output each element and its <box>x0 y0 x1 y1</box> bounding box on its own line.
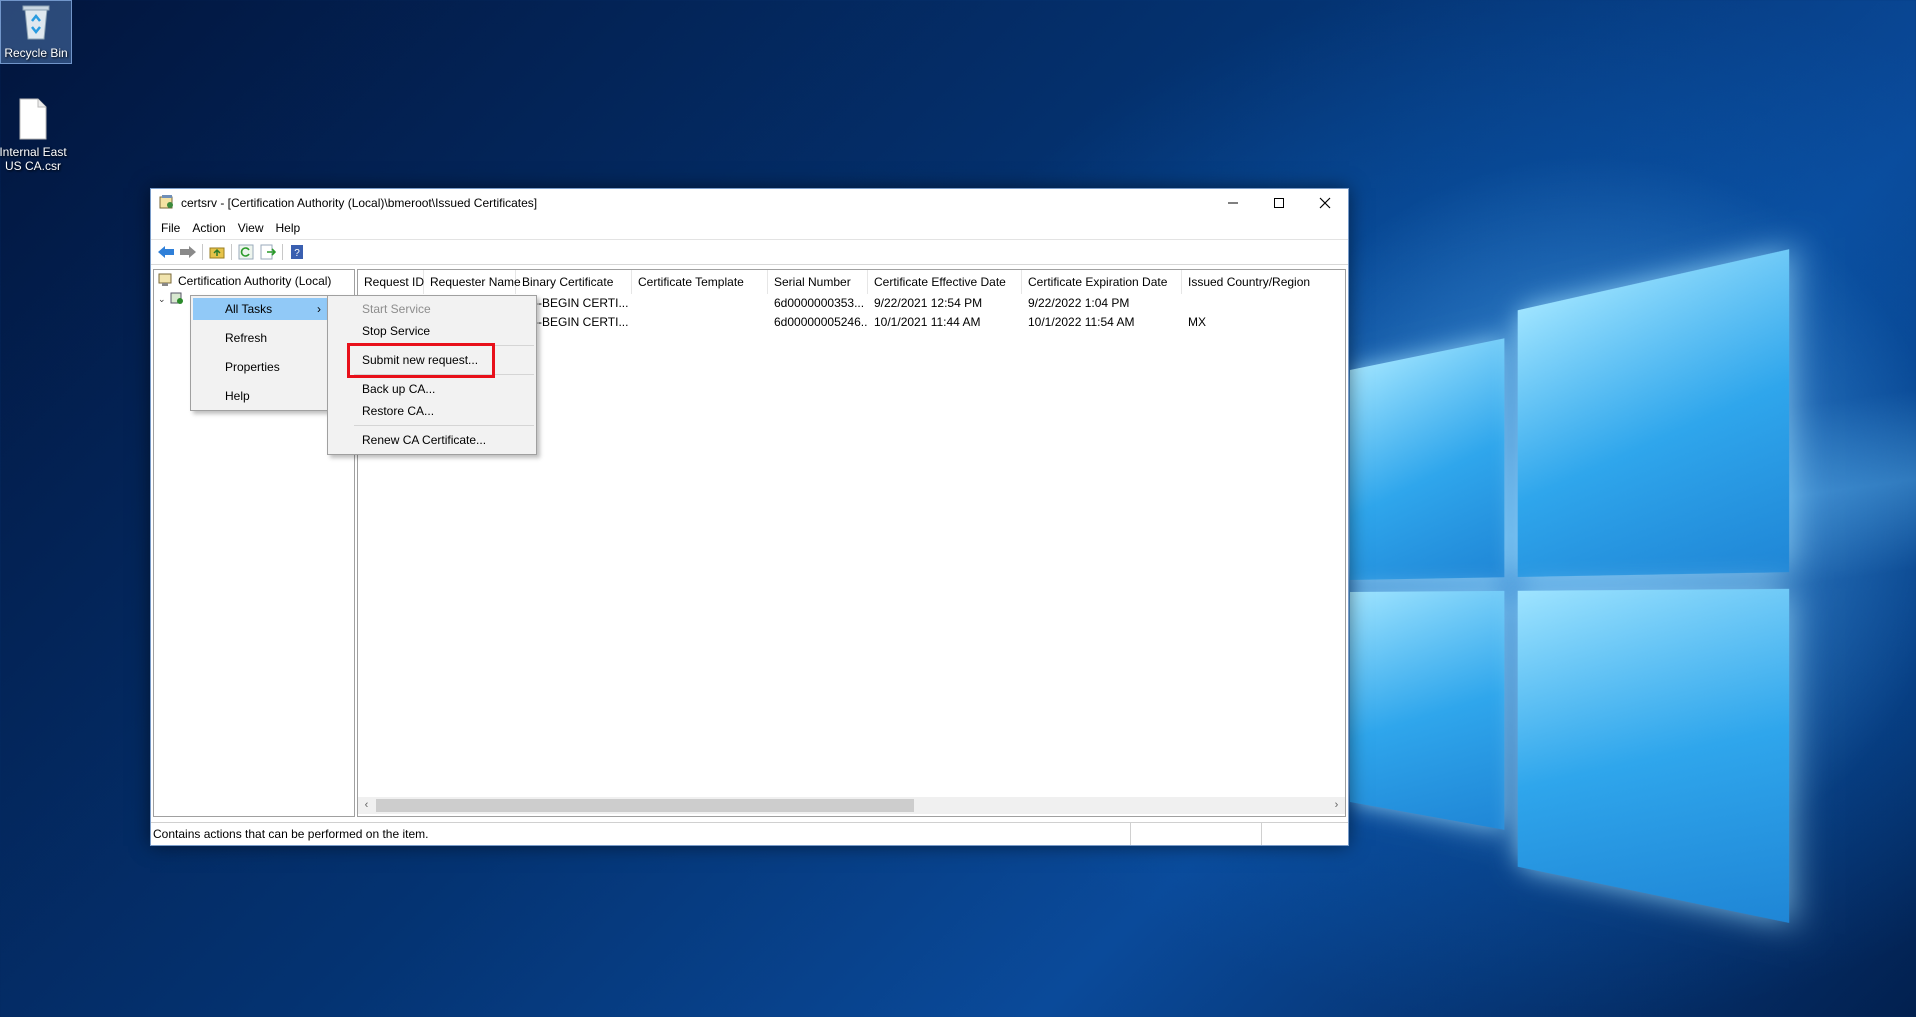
back-button[interactable] <box>155 242 177 262</box>
ca-computer-icon <box>158 273 174 290</box>
col-effective-date[interactable]: Certificate Effective Date <box>868 270 1022 294</box>
export-list-button[interactable] <box>257 242 279 262</box>
horizontal-scrollbar[interactable]: ‹ › <box>358 797 1345 814</box>
folder-up-icon <box>209 247 225 259</box>
minimize-button[interactable] <box>1210 189 1256 217</box>
col-requester-name[interactable]: Requester Name <box>424 270 521 294</box>
maximize-icon <box>1274 198 1284 208</box>
minimize-icon <box>1228 202 1238 204</box>
toolbar: ? <box>151 239 1348 265</box>
menu-item-all-tasks[interactable]: All Tasks › <box>193 298 329 320</box>
ca-server-icon <box>170 291 184 308</box>
col-binary-certificate[interactable]: Binary Certificate <box>516 270 632 294</box>
menu-item-renew-ca-certificate[interactable]: Renew CA Certificate... <box>330 429 534 451</box>
window-title: certsrv - [Certification Authority (Loca… <box>181 196 538 210</box>
chevron-down-icon[interactable]: ⌄ <box>158 294 170 305</box>
tree-item-bmeroot[interactable]: ⌄ <box>158 290 184 308</box>
forward-button[interactable] <box>177 242 199 262</box>
chevron-right-icon: › <box>317 302 321 316</box>
tree-item-ca-root[interactable]: Certification Authority (Local) <box>158 272 331 290</box>
recycle-bin-label: Recycle Bin <box>4 46 68 60</box>
help-button[interactable]: ? <box>286 242 308 262</box>
col-expiration-date[interactable]: Certificate Expiration Date <box>1022 270 1182 294</box>
menu-item-refresh[interactable]: Refresh <box>193 327 329 349</box>
menu-item-start-service: Start Service <box>362 302 431 316</box>
highlight-box <box>347 343 495 378</box>
scroll-left-icon[interactable]: ‹ <box>358 797 375 814</box>
col-certificate-template[interactable]: Certificate Template <box>632 270 768 294</box>
menu-view[interactable]: View <box>232 219 270 237</box>
recycle-bin-icon <box>1 1 71 44</box>
cell-effective: 9/22/2021 12:54 PM <box>874 296 983 310</box>
refresh-icon <box>238 244 254 260</box>
windows-logo-wallpaper <box>1350 249 1790 923</box>
col-issued-country[interactable]: Issued Country/Region <box>1182 270 1342 294</box>
menu-item-help[interactable]: Help <box>193 385 329 407</box>
maximize-button[interactable] <box>1256 189 1302 217</box>
menu-bar: File Action View Help <box>151 217 1348 239</box>
scroll-right-icon[interactable]: › <box>1328 797 1345 814</box>
cell-expiration: 9/22/2022 1:04 PM <box>1028 296 1130 310</box>
file-icon <box>0 98 68 143</box>
help-book-icon: ? <box>291 245 303 259</box>
context-menu: All Tasks › Refresh Properties Help <box>190 295 332 411</box>
desktop-icon-csr-file[interactable]: Internal East US CA.csr <box>0 98 68 173</box>
menu-item-stop-service[interactable]: Stop Service <box>330 320 534 342</box>
cell-expiration: 10/1/2022 11:54 AM <box>1028 315 1135 329</box>
certsrv-window: certsrv - [Certification Authority (Loca… <box>150 188 1349 846</box>
menu-item-properties[interactable]: Properties <box>193 356 329 378</box>
cell-country <box>1182 294 1342 313</box>
status-bar: Contains actions that can be performed o… <box>151 822 1348 845</box>
menu-item-back-up-ca[interactable]: Back up CA... <box>330 378 534 400</box>
menu-action[interactable]: Action <box>186 219 231 237</box>
close-button[interactable] <box>1302 189 1348 217</box>
title-bar[interactable]: certsrv - [Certification Authority (Loca… <box>151 189 1348 217</box>
back-arrow-icon <box>158 246 174 258</box>
cell-effective: 10/1/2021 11:44 AM <box>874 315 981 329</box>
close-icon <box>1319 197 1331 209</box>
export-icon <box>260 244 276 260</box>
svg-text:?: ? <box>294 248 300 259</box>
cell-serial: 6d00000005246... <box>774 315 868 329</box>
refresh-button[interactable] <box>235 242 257 262</box>
menu-item-restore-ca[interactable]: Restore CA... <box>330 400 534 422</box>
forward-arrow-icon <box>180 246 196 258</box>
tree-root-label: Certification Authority (Local) <box>178 274 332 288</box>
desktop-icon-recycle-bin[interactable]: Recycle Bin <box>0 0 72 64</box>
csr-file-label: Internal East US CA.csr <box>0 145 67 173</box>
cell-serial: 6d0000000353... <box>774 296 865 310</box>
cell-country: MX <box>1188 315 1206 329</box>
list-header: Request ID Requester Name Binary Certifi… <box>358 270 1345 294</box>
menu-help[interactable]: Help <box>270 219 307 237</box>
certsrv-app-icon <box>159 194 175 213</box>
up-folder-button[interactable] <box>206 242 228 262</box>
status-text: Contains actions that can be performed o… <box>151 823 1131 845</box>
col-request-id[interactable]: Request ID <box>358 270 424 294</box>
col-serial-number[interactable]: Serial Number <box>768 270 868 294</box>
scrollbar-thumb[interactable] <box>376 799 914 812</box>
menu-file[interactable]: File <box>155 219 186 237</box>
